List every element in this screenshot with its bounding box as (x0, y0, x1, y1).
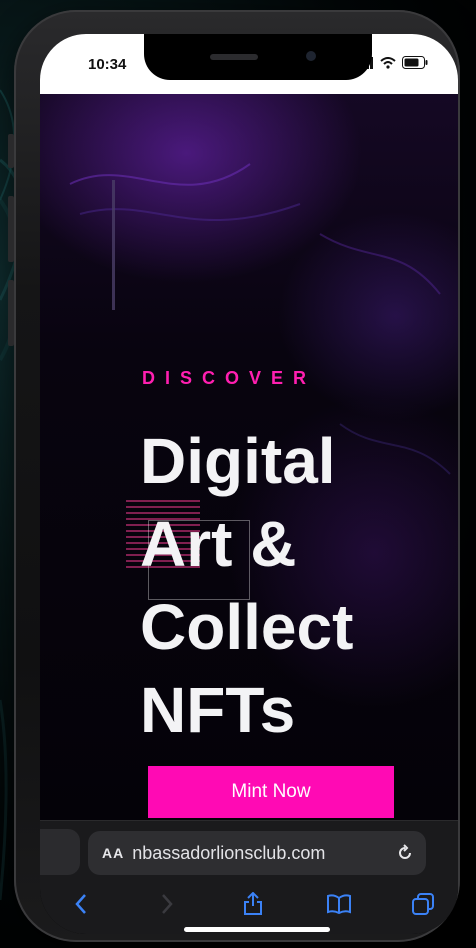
battery-icon (402, 56, 428, 69)
back-icon (75, 894, 86, 914)
front-camera (306, 51, 316, 61)
share-icon (244, 892, 262, 915)
mockup-stage: 10:34 DISCOVER Digital Art & Collect NFT… (0, 0, 476, 948)
silent-switch (8, 134, 14, 168)
back-button[interactable] (64, 887, 98, 921)
url-text: nbassadorlionsclub.com (132, 842, 326, 863)
hero-headline: Digital Art & Collect NFTs (140, 425, 354, 746)
forward-icon (162, 894, 173, 914)
volume-up-button (8, 196, 14, 262)
hero-eyebrow: DISCOVER (142, 368, 317, 388)
phone-frame: 10:34 DISCOVER Digital Art & Collect NFT… (8, 10, 460, 942)
reload-icon[interactable] (396, 844, 414, 862)
earpiece-speaker (210, 54, 258, 60)
mint-now-button[interactable]: Mint Now (148, 766, 394, 818)
status-time: 10:34 (88, 56, 127, 73)
share-button[interactable] (236, 887, 270, 921)
phone-screen: 10:34 DISCOVER Digital Art & Collect NFT… (40, 34, 458, 934)
browser-toolbar (40, 887, 458, 921)
hero-section: DISCOVER Digital Art & Collect NFTs (40, 94, 458, 834)
wifi-icon (380, 56, 396, 69)
previous-tab-peek[interactable] (40, 829, 80, 875)
notch (144, 34, 372, 80)
tabs-icon (412, 893, 434, 915)
bookmarks-icon (327, 894, 351, 914)
volume-down-button (8, 280, 14, 346)
decorative-line (112, 180, 115, 310)
forward-button[interactable] (150, 887, 184, 921)
tabs-button[interactable] (406, 887, 440, 921)
safari-bottom-bar: AA nbassadorlionsclub.com (40, 820, 458, 934)
home-indicator[interactable] (184, 927, 330, 932)
address-bar[interactable]: AA nbassadorlionsclub.com (88, 831, 426, 875)
bookmarks-button[interactable] (322, 887, 356, 921)
text-size-button[interactable]: AA (102, 845, 124, 861)
